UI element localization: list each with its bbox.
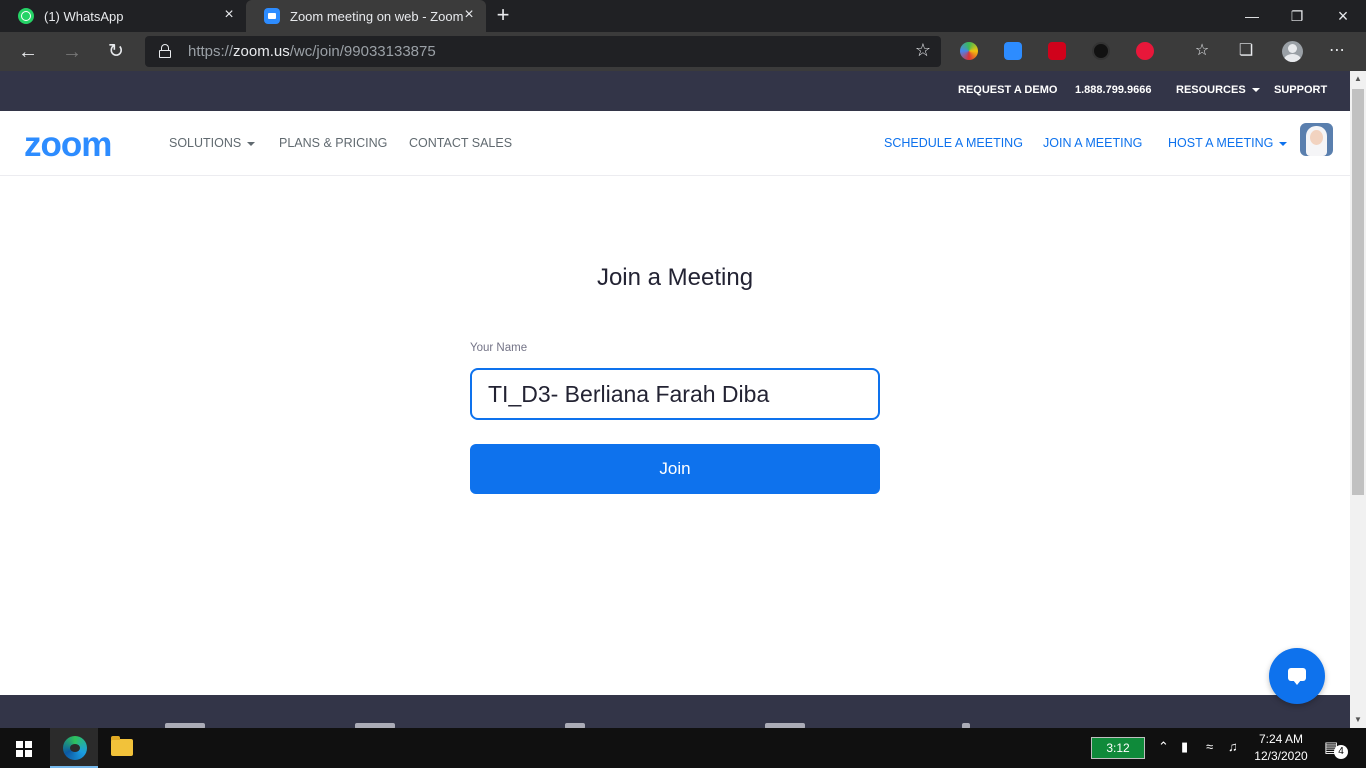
browser-toolbar: ← → ↻ https://zoom.us/wc/join/9903313387… bbox=[0, 32, 1366, 71]
zoom-logo[interactable]: zoom bbox=[24, 125, 112, 165]
clock-date: 12/3/2020 bbox=[1254, 749, 1308, 763]
notification-count: 4 bbox=[1334, 745, 1348, 759]
chevron-down-icon bbox=[1251, 88, 1260, 93]
phone-link[interactable]: 1.888.799.9666 bbox=[1075, 84, 1151, 96]
page-scrollbar[interactable]: ▲ ▼ bbox=[1350, 71, 1366, 728]
scroll-up-icon[interactable]: ▲ bbox=[1350, 71, 1366, 87]
restore-button[interactable]: ❐ bbox=[1274, 0, 1320, 32]
edge-taskbar-button[interactable] bbox=[50, 728, 98, 768]
extension-icon[interactable] bbox=[960, 42, 978, 60]
folder-icon bbox=[111, 736, 133, 756]
web-page: REQUEST A DEMO 1.888.799.9666 RESOURCES … bbox=[0, 71, 1350, 728]
host-meeting-menu[interactable]: HOST A MEETING bbox=[1168, 136, 1288, 150]
taskbar: 3:12 ⌃ ▮ ≈ ♫ 7:24 AM 12/3/2020 ▤ 4 bbox=[0, 728, 1366, 768]
back-button[interactable]: ← bbox=[14, 38, 42, 66]
battery-time-badge[interactable]: 3:12 bbox=[1091, 737, 1145, 759]
solutions-menu[interactable]: SOLUTIONS bbox=[169, 136, 256, 150]
scrollbar-thumb[interactable] bbox=[1352, 89, 1364, 495]
profile-icon[interactable] bbox=[1282, 41, 1303, 62]
minimize-button[interactable]: — bbox=[1229, 0, 1275, 32]
chat-support-button[interactable] bbox=[1269, 648, 1325, 704]
browser-tab-strip: (1) WhatsApp × Zoom meeting on web - Zoo… bbox=[0, 0, 1366, 32]
volume-icon[interactable]: ♫ bbox=[1228, 739, 1238, 754]
scroll-down-icon[interactable]: ▼ bbox=[1350, 712, 1366, 728]
resources-menu[interactable]: RESOURCES bbox=[1176, 84, 1260, 96]
new-tab-button[interactable]: + bbox=[492, 4, 514, 26]
chevron-down-icon bbox=[1279, 141, 1288, 146]
close-tab-icon[interactable]: × bbox=[222, 7, 236, 23]
more-menu-icon[interactable]: ⋯ bbox=[1326, 40, 1348, 62]
close-window-button[interactable]: × bbox=[1320, 0, 1366, 32]
edge-icon bbox=[63, 736, 87, 760]
zoom-extension-icon[interactable] bbox=[1004, 42, 1022, 60]
avatar[interactable] bbox=[1300, 123, 1333, 156]
favorites-icon[interactable]: ☆ bbox=[1191, 40, 1213, 62]
zoom-main-nav: zoom SOLUTIONS PLANS & PRICING CONTACT S… bbox=[0, 111, 1350, 176]
address-bar[interactable]: https://zoom.us/wc/join/99033133875 ☆ bbox=[145, 36, 941, 67]
tab-zoom[interactable]: Zoom meeting on web - Zoom × bbox=[246, 0, 486, 32]
close-tab-icon[interactable]: × bbox=[462, 7, 476, 23]
join-button[interactable]: Join bbox=[470, 444, 880, 494]
schedule-meeting-link[interactable]: SCHEDULE A MEETING bbox=[884, 136, 1023, 150]
extension-icon[interactable] bbox=[1136, 42, 1154, 60]
taskbar-clock[interactable]: 7:24 AM 12/3/2020 bbox=[1252, 731, 1310, 765]
extension-icon[interactable] bbox=[1048, 42, 1066, 60]
page-title: Join a Meeting bbox=[596, 264, 754, 291]
name-field-label: Your Name bbox=[470, 342, 528, 354]
file-explorer-taskbar-button[interactable] bbox=[98, 728, 146, 768]
request-demo-link[interactable]: REQUEST A DEMO bbox=[958, 84, 1057, 96]
plans-pricing-link[interactable]: PLANS & PRICING bbox=[279, 136, 387, 150]
tab-whatsapp[interactable]: (1) WhatsApp × bbox=[0, 0, 246, 32]
whatsapp-icon bbox=[18, 8, 34, 24]
clock-time: 7:24 AM bbox=[1258, 732, 1304, 746]
url-text[interactable]: https://zoom.us/wc/join/99033133875 bbox=[188, 43, 436, 60]
battery-icon[interactable]: ▮ bbox=[1181, 739, 1188, 755]
notification-center-icon[interactable]: ▤ 4 bbox=[1324, 738, 1348, 759]
name-input[interactable] bbox=[470, 368, 880, 420]
collections-icon[interactable]: ❏ bbox=[1235, 40, 1257, 62]
chevron-down-icon bbox=[247, 141, 256, 146]
support-link[interactable]: SUPPORT bbox=[1274, 84, 1327, 96]
zoom-icon bbox=[264, 8, 280, 24]
extension-icon[interactable] bbox=[1092, 42, 1110, 60]
tab-title: (1) WhatsApp bbox=[44, 8, 124, 24]
refresh-button[interactable]: ↻ bbox=[102, 38, 130, 66]
contact-sales-link[interactable]: CONTACT SALES bbox=[409, 136, 512, 150]
show-hidden-icons-icon[interactable]: ⌃ bbox=[1158, 739, 1169, 755]
lock-icon[interactable] bbox=[159, 44, 171, 58]
wifi-icon[interactable]: ≈ bbox=[1206, 739, 1213, 754]
favorite-star-icon[interactable]: ☆ bbox=[915, 40, 931, 61]
tab-title: Zoom meeting on web - Zoom bbox=[290, 8, 464, 24]
windows-start-icon[interactable] bbox=[16, 741, 32, 757]
forward-button[interactable]: → bbox=[58, 38, 86, 66]
zoom-top-strip: REQUEST A DEMO 1.888.799.9666 RESOURCES … bbox=[0, 71, 1350, 111]
page-footer bbox=[0, 695, 1350, 728]
join-meeting-link[interactable]: JOIN A MEETING bbox=[1043, 136, 1142, 150]
